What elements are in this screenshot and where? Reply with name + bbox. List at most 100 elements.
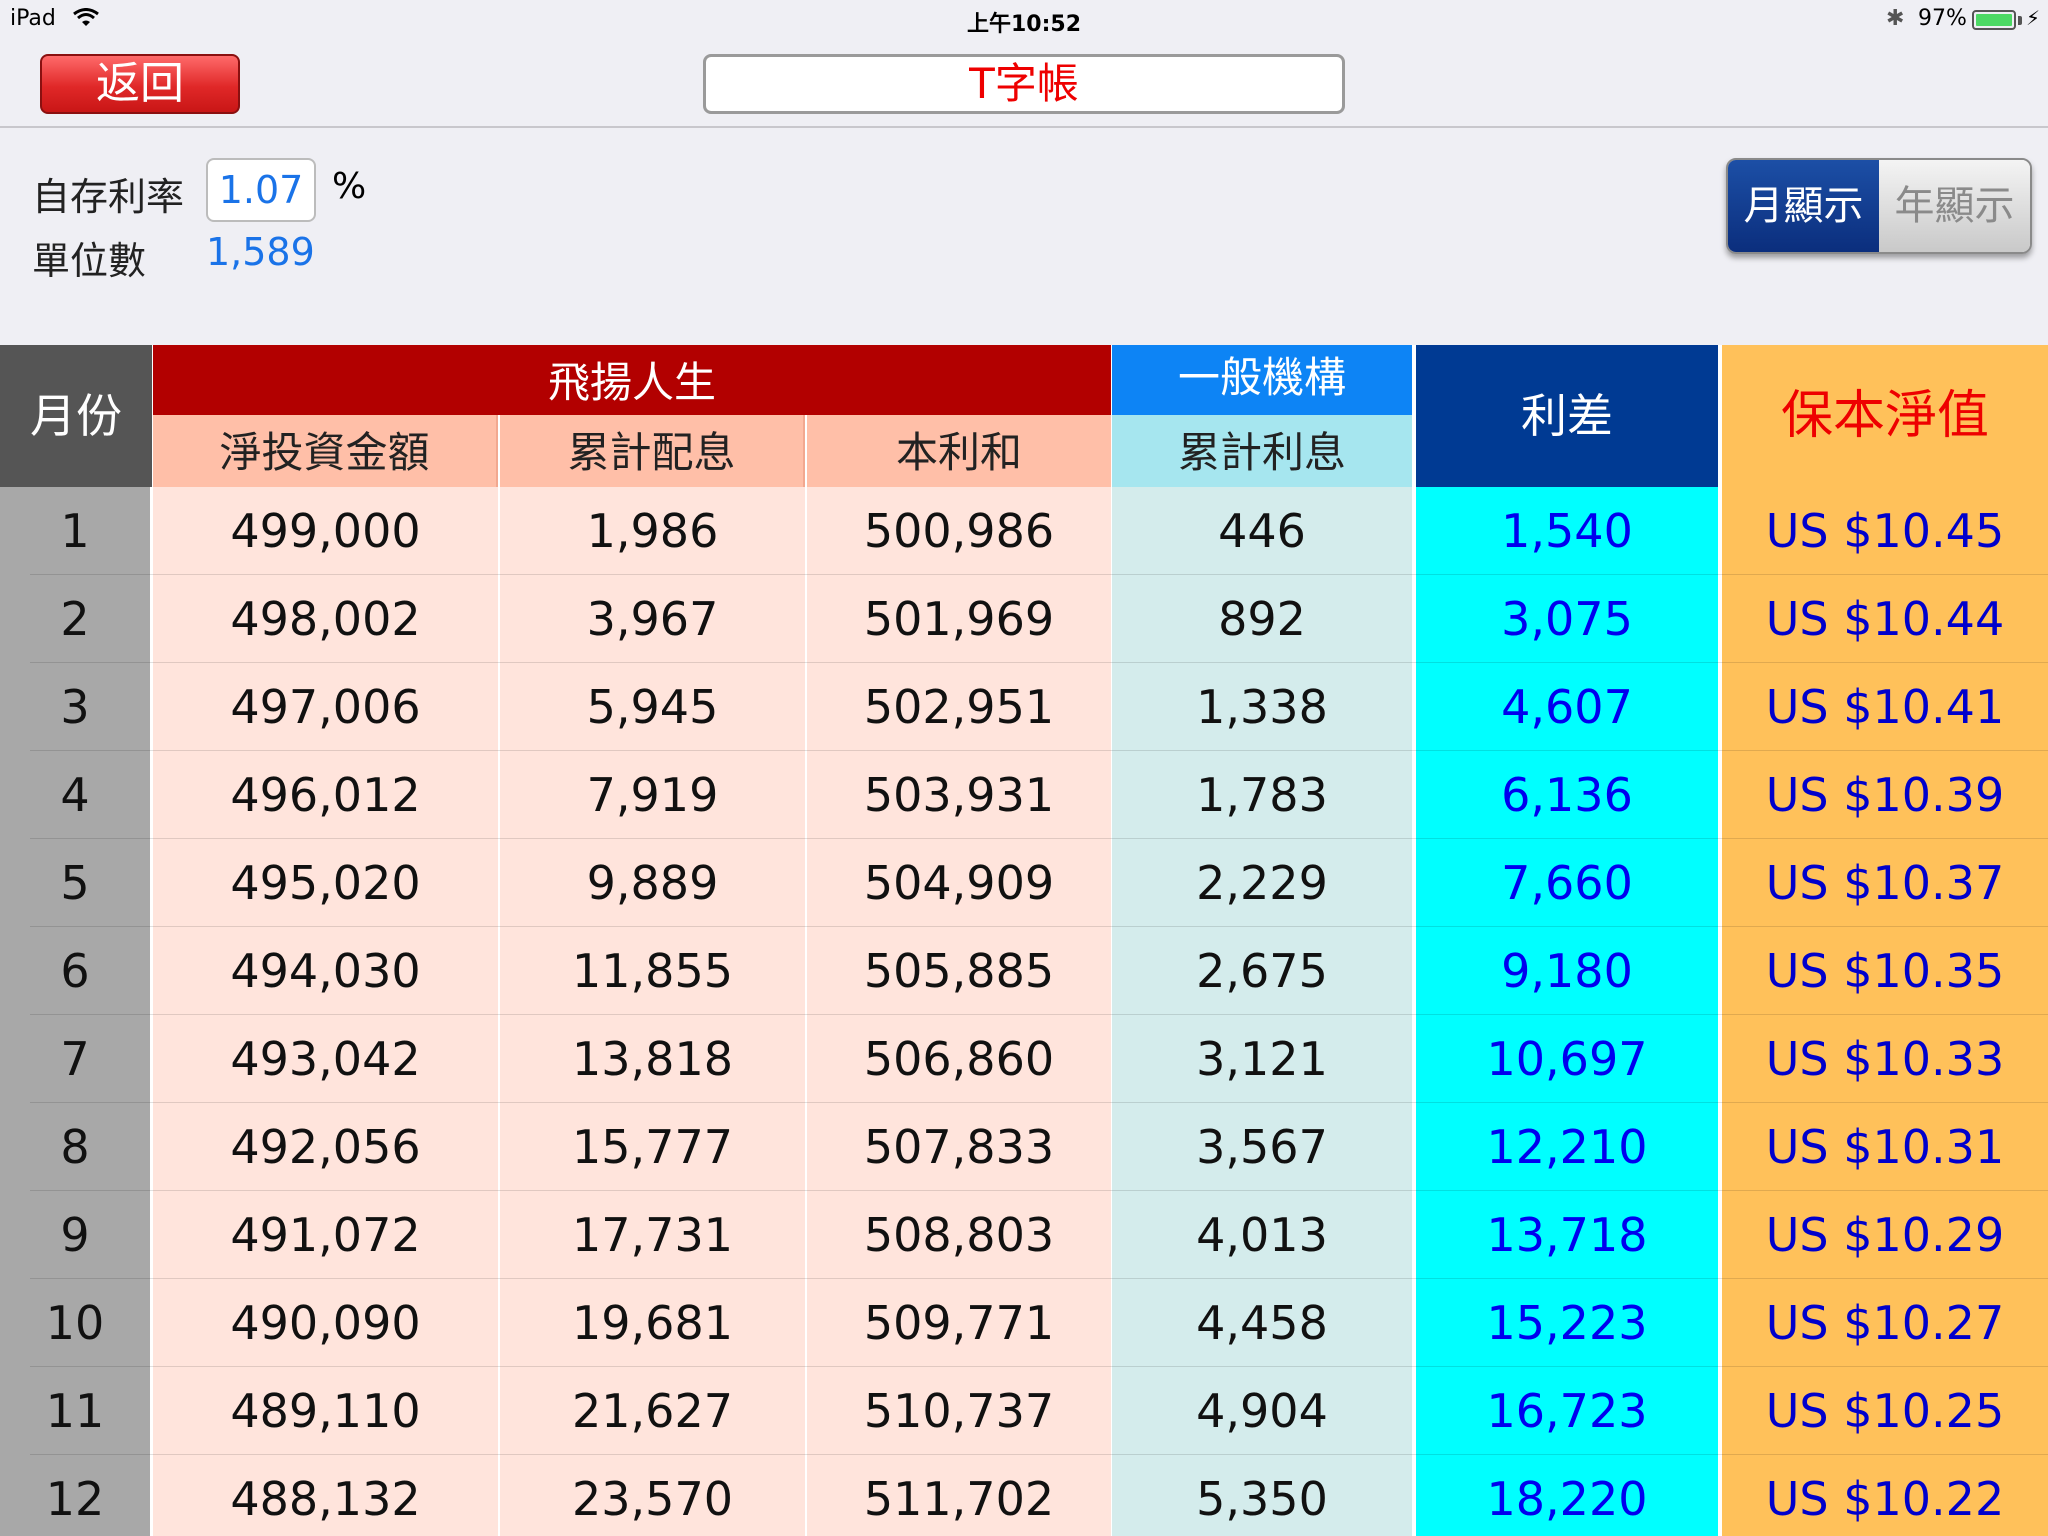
cell-net-investment: 495,020 <box>153 839 498 927</box>
bluetooth-icon: ✱ <box>1886 6 1905 31</box>
status-bar: iPad 上午10:52 ✱ 97% ⚡ <box>0 0 2048 40</box>
cell-breakeven-nav: US $10.39 <box>1722 751 2048 839</box>
status-time: 上午10:52 <box>966 12 1082 37</box>
cell-breakeven-nav: US $10.25 <box>1722 1367 2048 1455</box>
settings-panel: 自存利率 1.07 % 單位數 1,589 月顯示 年顯示 <box>0 130 2048 345</box>
cell-principal-interest: 509,771 <box>807 1279 1111 1367</box>
cell-net-investment: 491,072 <box>153 1191 498 1279</box>
units-label: 單位數 <box>32 239 147 283</box>
cell-principal-interest: 511,702 <box>807 1455 1111 1536</box>
cell-principal-interest: 502,951 <box>807 663 1111 751</box>
cell-spread: 15,223 <box>1416 1279 1718 1367</box>
cell-net-investment: 499,000 <box>153 487 498 575</box>
cell-principal-interest: 505,885 <box>807 927 1111 1015</box>
cell-principal-interest: 500,986 <box>807 487 1111 575</box>
month-view-button[interactable]: 月顯示 <box>1728 160 1879 252</box>
cell-month: 2 <box>0 575 150 663</box>
cell-net-investment: 489,110 <box>153 1367 498 1455</box>
table-row: 12 488,132 23,570 511,702 5,350 18,220 US $10.… <box>0 1455 2048 1536</box>
cell-breakeven-nav: US $10.37 <box>1722 839 2048 927</box>
table-row: 10 490,090 19,681 509,771 4,458 15,223 US $10.… <box>0 1279 2048 1367</box>
cell-month: 4 <box>0 751 150 839</box>
cell-accum-interest: 1,783 <box>1112 751 1412 839</box>
table-row: 7 493,042 13,818 506,860 3,121 10,697 US $10.3… <box>0 1015 2048 1103</box>
cell-accum-dividend: 21,627 <box>500 1367 805 1455</box>
cell-accum-dividend: 9,889 <box>500 839 805 927</box>
cell-accum-interest: 2,675 <box>1112 927 1412 1015</box>
header-principal-interest: 本利和 <box>807 415 1111 487</box>
cell-accum-dividend: 23,570 <box>500 1455 805 1536</box>
cell-net-investment: 494,030 <box>153 927 498 1015</box>
cell-accum-dividend: 7,919 <box>500 751 805 839</box>
cell-month: 7 <box>0 1015 150 1103</box>
cell-spread: 9,180 <box>1416 927 1718 1015</box>
cell-accum-interest: 446 <box>1112 487 1412 575</box>
rate-input[interactable]: 1.07 <box>206 158 316 222</box>
cell-net-investment: 493,042 <box>153 1015 498 1103</box>
cell-accum-dividend: 13,818 <box>500 1015 805 1103</box>
cell-net-investment: 488,132 <box>153 1455 498 1536</box>
cell-breakeven-nav: US $10.44 <box>1722 575 2048 663</box>
header-breakeven-nav: 保本淨值 <box>1722 345 2048 487</box>
cell-spread: 16,723 <box>1416 1367 1718 1455</box>
cell-accum-dividend: 15,777 <box>500 1103 805 1191</box>
header-accum-dividend: 累計配息 <box>500 415 805 487</box>
header-group-general: 一般機構 <box>1112 345 1412 415</box>
table-row: 3 497,006 5,945 502,951 1,338 4,607 US $10.41 <box>0 663 2048 751</box>
cell-accum-interest: 3,567 <box>1112 1103 1412 1191</box>
cell-accum-interest: 5,350 <box>1112 1455 1412 1536</box>
cell-breakeven-nav: US $10.33 <box>1722 1015 2048 1103</box>
header-spread: 利差 <box>1416 345 1718 487</box>
table-row: 9 491,072 17,731 508,803 4,013 13,718 US $10.2… <box>0 1191 2048 1279</box>
cell-month: 12 <box>0 1455 150 1536</box>
cell-breakeven-nav: US $10.35 <box>1722 927 2048 1015</box>
cell-breakeven-nav: US $10.29 <box>1722 1191 2048 1279</box>
table-row: 2 498,002 3,967 501,969 892 3,075 US $10.44 <box>0 575 2048 663</box>
cell-net-investment: 492,056 <box>153 1103 498 1191</box>
battery-tip <box>2018 16 2022 25</box>
cell-accum-interest: 2,229 <box>1112 839 1412 927</box>
cell-breakeven-nav: US $10.41 <box>1722 663 2048 751</box>
cell-principal-interest: 507,833 <box>807 1103 1111 1191</box>
cell-principal-interest: 504,909 <box>807 839 1111 927</box>
cell-spread: 6,136 <box>1416 751 1718 839</box>
table-row: 4 496,012 7,919 503,931 1,783 6,136 US $10.39 <box>0 751 2048 839</box>
back-button[interactable]: 返回 <box>40 54 240 114</box>
header-group-feiyang: 飛揚人生 <box>153 345 1111 415</box>
cell-month: 3 <box>0 663 150 751</box>
cell-net-investment: 490,090 <box>153 1279 498 1367</box>
cell-spread: 3,075 <box>1416 575 1718 663</box>
cell-accum-interest: 4,458 <box>1112 1279 1412 1367</box>
cell-breakeven-nav: US $10.27 <box>1722 1279 2048 1367</box>
rate-label: 自存利率 <box>32 175 185 219</box>
cell-accum-interest: 3,121 <box>1112 1015 1412 1103</box>
cell-month: 1 <box>0 487 150 575</box>
cell-accum-dividend: 19,681 <box>500 1279 805 1367</box>
header-month: 月份 <box>0 345 152 487</box>
cell-month: 11 <box>0 1367 150 1455</box>
table-row: 6 494,030 11,855 505,885 2,675 9,180 US $10.35 <box>0 927 2048 1015</box>
cell-month: 9 <box>0 1191 150 1279</box>
cell-spread: 13,718 <box>1416 1191 1718 1279</box>
table-body: 1 499,000 1,986 500,986 446 1,540 US $10.45 2 49… <box>0 487 2048 1536</box>
cell-month: 8 <box>0 1103 150 1191</box>
t-account-table: 月份 飛揚人生 淨投資金額 累計配息 本利和 一般機構 累計利息 利差 保本淨值… <box>0 345 2048 1536</box>
cell-principal-interest: 508,803 <box>807 1191 1111 1279</box>
table-row: 1 499,000 1,986 500,986 446 1,540 US $10.45 <box>0 487 2048 575</box>
cell-breakeven-nav: US $10.31 <box>1722 1103 2048 1191</box>
units-value: 1,589 <box>206 230 315 274</box>
table-row: 5 495,020 9,889 504,909 2,229 7,660 US $10.37 <box>0 839 2048 927</box>
cell-breakeven-nav: US $10.22 <box>1722 1455 2048 1536</box>
cell-breakeven-nav: US $10.45 <box>1722 487 2048 575</box>
percent-sign: % <box>332 166 367 207</box>
cell-accum-interest: 1,338 <box>1112 663 1412 751</box>
cell-spread: 18,220 <box>1416 1455 1718 1536</box>
cell-accum-interest: 892 <box>1112 575 1412 663</box>
year-view-button[interactable]: 年顯示 <box>1879 160 2030 252</box>
cell-accum-dividend: 1,986 <box>500 487 805 575</box>
cell-accum-interest: 4,904 <box>1112 1367 1412 1455</box>
header-net-investment: 淨投資金額 <box>153 415 498 487</box>
cell-spread: 12,210 <box>1416 1103 1718 1191</box>
cell-principal-interest: 501,969 <box>807 575 1111 663</box>
battery-percent: 97% <box>1918 6 1967 31</box>
